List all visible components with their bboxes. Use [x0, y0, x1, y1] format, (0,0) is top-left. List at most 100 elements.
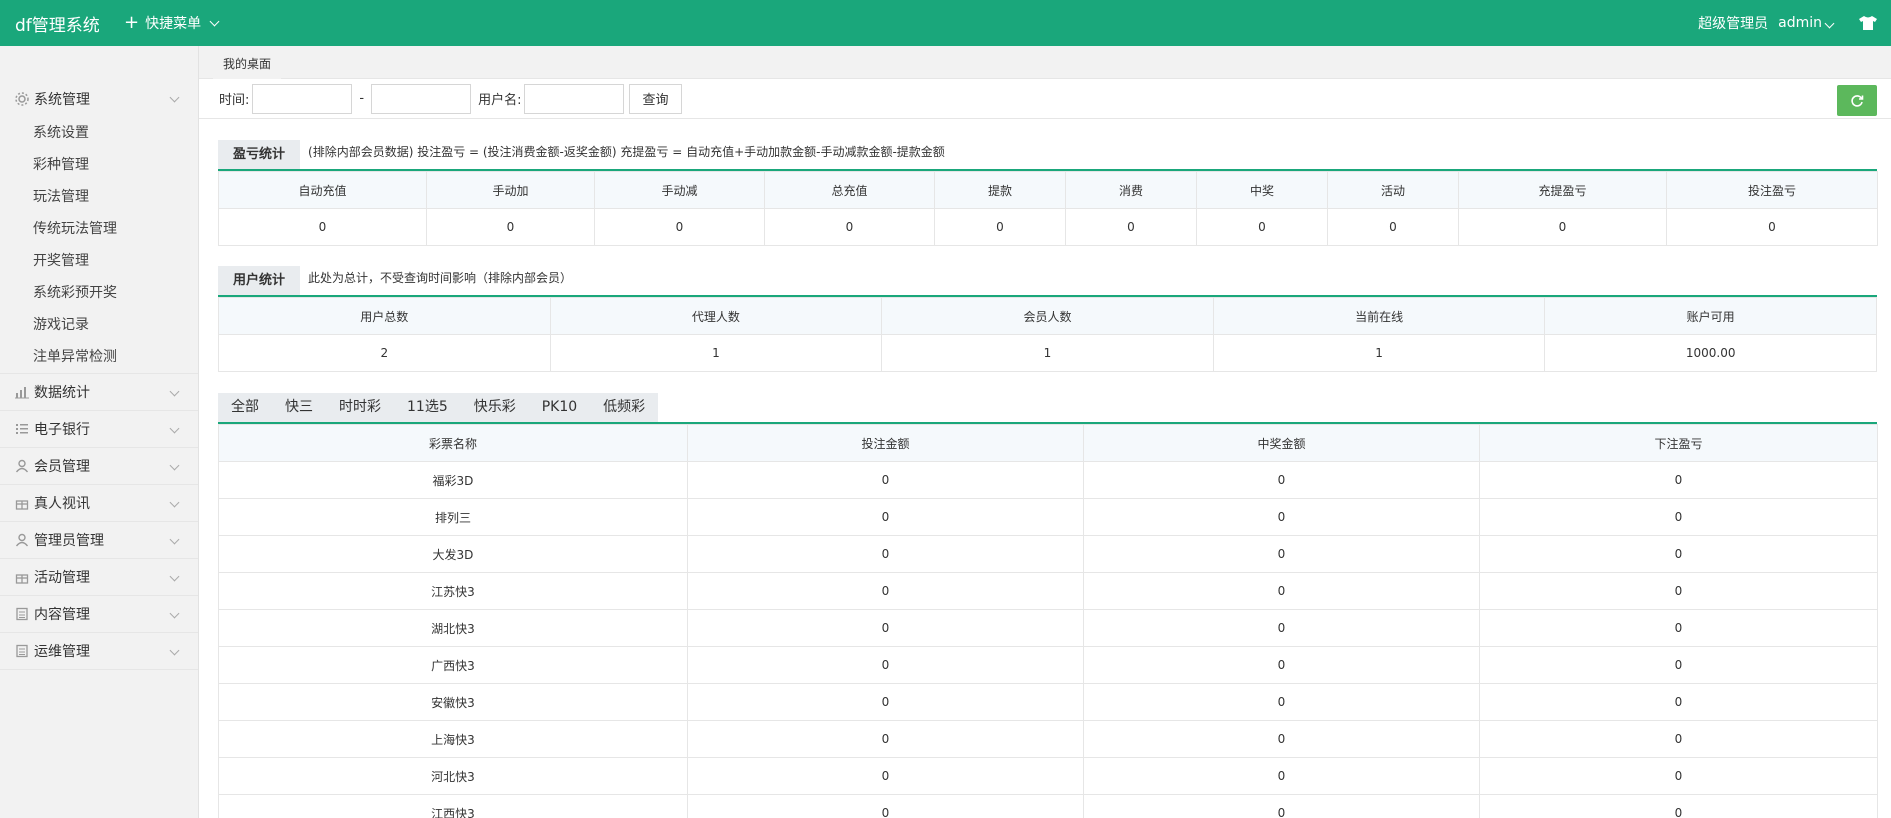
sidebar-group-1[interactable]: 数据统计 — [0, 374, 198, 411]
profit-value-cell: 0 — [218, 208, 427, 246]
time-start-input[interactable] — [252, 83, 353, 114]
username-input[interactable] — [524, 83, 625, 114]
query-button[interactable]: 查询 — [629, 83, 682, 114]
profit-col-header: 中奖 — [1196, 171, 1328, 209]
sidebar-menu: 系统管理系统设置 彩种管理 玩法管理 传统玩法管理 开奖管理 系统彩预开奖 游戏记录 注单异常… — [0, 80, 198, 670]
lottery-cell: 0 — [1479, 461, 1878, 499]
profit-value-cell: 0 — [1196, 208, 1328, 246]
user-stats-col-header: 会员人数 — [881, 297, 1214, 335]
user-stats-value-cell: 1 — [1212, 334, 1546, 372]
main-content: 我的桌面 时间: - 用户名: 查询 盈亏统计 (排除内部会员数据) 投注盈亏 … — [199, 46, 1891, 818]
sidebar-group-6[interactable]: 活动管理 — [0, 559, 198, 596]
lottery-cell: 0 — [687, 757, 1084, 795]
lottery-cell: 0 — [1479, 498, 1878, 536]
sidebar-item[interactable]: 游戏记录 — [0, 309, 198, 341]
sidebar-item[interactable]: 系统彩预开奖 — [0, 277, 198, 309]
lottery-tab[interactable]: 快三 — [272, 393, 326, 422]
sidebar-group-label: 内容管理 — [34, 607, 90, 623]
theme-icon[interactable] — [1859, 16, 1877, 30]
table-row: 福彩3D 0 0 0 — [218, 461, 1878, 499]
sidebar-submenu: 系统设置 彩种管理 玩法管理 传统玩法管理 开奖管理 系统彩预开奖 游戏记录 注单异常检测 — [0, 117, 198, 374]
lottery-cell: 安徽快3 — [218, 683, 688, 721]
app-logo[interactable]: df管理系统 — [0, 11, 120, 36]
profit-col-header: 活动 — [1327, 171, 1459, 209]
profit-value-cell: 0 — [426, 208, 595, 246]
user-icon — [15, 533, 29, 547]
lottery-tab[interactable]: 快乐彩 — [461, 393, 529, 422]
sidebar-item[interactable]: 传统玩法管理 — [0, 213, 198, 245]
profit-value-cell: 0 — [934, 208, 1066, 246]
chevron-down-icon — [169, 92, 180, 103]
lottery-cell: 0 — [1083, 572, 1480, 610]
sidebar-group-label: 系统管理 — [34, 91, 90, 108]
lottery-col-header: 彩票名称 — [218, 424, 688, 462]
user-stats-title: 用户统计 — [218, 266, 301, 295]
sidebar-group-7[interactable]: 内容管理 — [0, 596, 198, 633]
user-stats-col-header: 用户总数 — [218, 297, 551, 335]
profit-value-cell: 0 — [594, 208, 765, 246]
lottery-tab[interactable]: 11选5 — [394, 393, 461, 422]
user-stats-note: 此处为总计，不受查询时间影响（排除内部会员） — [308, 271, 573, 285]
sidebar-group-8[interactable]: 运维管理 — [0, 633, 198, 670]
lottery-cell: 排列三 — [218, 498, 688, 536]
sidebar-group-4[interactable]: 真人视讯 — [0, 485, 198, 522]
profit-col-header: 投注盈亏 — [1666, 171, 1878, 209]
user-stats-col-header: 代理人数 — [549, 297, 883, 335]
chevron-down-icon — [169, 423, 180, 434]
document-icon — [16, 607, 28, 621]
lottery-tab[interactable]: 低频彩 — [590, 393, 658, 422]
profit-stats-note: (排除内部会员数据) 投注盈亏 = (投注消费金额-返奖金额) 充提盈亏 = 自… — [308, 145, 945, 159]
lottery-cell: 河北快3 — [218, 757, 688, 795]
profit-col-header: 自动充值 — [218, 171, 427, 209]
lottery-cell: 江西快3 — [218, 794, 688, 818]
table-row: 广西快3 0 0 0 — [218, 646, 1878, 684]
quick-menu-button[interactable]: + 快捷菜单 — [124, 13, 220, 33]
lottery-cell: 0 — [1479, 720, 1878, 758]
sidebar-group-0[interactable]: 系统管理 — [0, 80, 198, 117]
sidebar-item[interactable]: 注单异常检测 — [0, 341, 198, 373]
sidebar-group-label: 运维管理 — [34, 644, 90, 660]
lottery-cell: 0 — [1083, 461, 1480, 499]
sidebar-item[interactable]: 开奖管理 — [0, 245, 198, 277]
quick-menu-label: 快捷菜单 — [145, 16, 202, 32]
sidebar-group-3[interactable]: 会员管理 — [0, 448, 198, 485]
username-label: 用户名: — [478, 93, 522, 108]
tab-my-desktop[interactable]: 我的桌面 — [213, 52, 282, 79]
lottery-cell: 0 — [687, 609, 1084, 647]
sidebar-item[interactable]: 玩法管理 — [0, 181, 198, 213]
lottery-cell: 0 — [1083, 683, 1480, 721]
sidebar-group-5[interactable]: 管理员管理 — [0, 522, 198, 559]
chevron-down-icon — [1824, 18, 1835, 29]
chevron-down-icon — [169, 460, 180, 471]
filter-toolbar: 时间: - 用户名: 查询 — [199, 79, 1891, 119]
sidebar-group-2[interactable]: 电子银行 — [0, 411, 198, 448]
refresh-button[interactable] — [1837, 85, 1877, 116]
lottery-tab[interactable]: 全部 — [218, 393, 272, 422]
lottery-cell: 0 — [1479, 683, 1878, 721]
sidebar-item[interactable]: 彩种管理 — [0, 149, 198, 181]
lottery-tab[interactable]: 时时彩 — [326, 393, 394, 422]
lottery-cell: 0 — [1479, 646, 1878, 684]
lottery-cell: 0 — [1083, 646, 1480, 684]
time-end-input[interactable] — [371, 83, 472, 114]
lottery-tab[interactable]: PK10 — [529, 393, 590, 422]
document-icon — [16, 644, 28, 658]
lottery-cell: 0 — [1083, 535, 1480, 573]
user-menu[interactable]: admin — [1778, 15, 1835, 31]
lottery-cell: 0 — [687, 572, 1084, 610]
profit-value-cell: 0 — [1327, 208, 1459, 246]
lottery-cell: 0 — [1479, 757, 1878, 795]
user-stats-value-cell: 1 — [549, 334, 883, 372]
list-icon — [16, 424, 28, 434]
profit-value-cell: 0 — [1458, 208, 1667, 246]
lottery-cell: 0 — [1083, 794, 1480, 818]
profit-stats-section: 盈亏统计 (排除内部会员数据) 投注盈亏 = (投注消费金额-返奖金额) 充提盈… — [218, 140, 1878, 246]
gift-icon — [15, 500, 29, 510]
plus-icon: + — [124, 12, 140, 33]
lottery-cell: 0 — [687, 535, 1084, 573]
sidebar-item[interactable]: 系统设置 — [0, 117, 198, 149]
lottery-type-tabs: 全部 快三 时时彩 11选5 快乐彩 PK10 低频彩 — [218, 393, 659, 422]
gear-icon — [15, 91, 29, 106]
sidebar-group-label: 会员管理 — [34, 459, 90, 475]
chevron-down-icon — [169, 645, 180, 656]
